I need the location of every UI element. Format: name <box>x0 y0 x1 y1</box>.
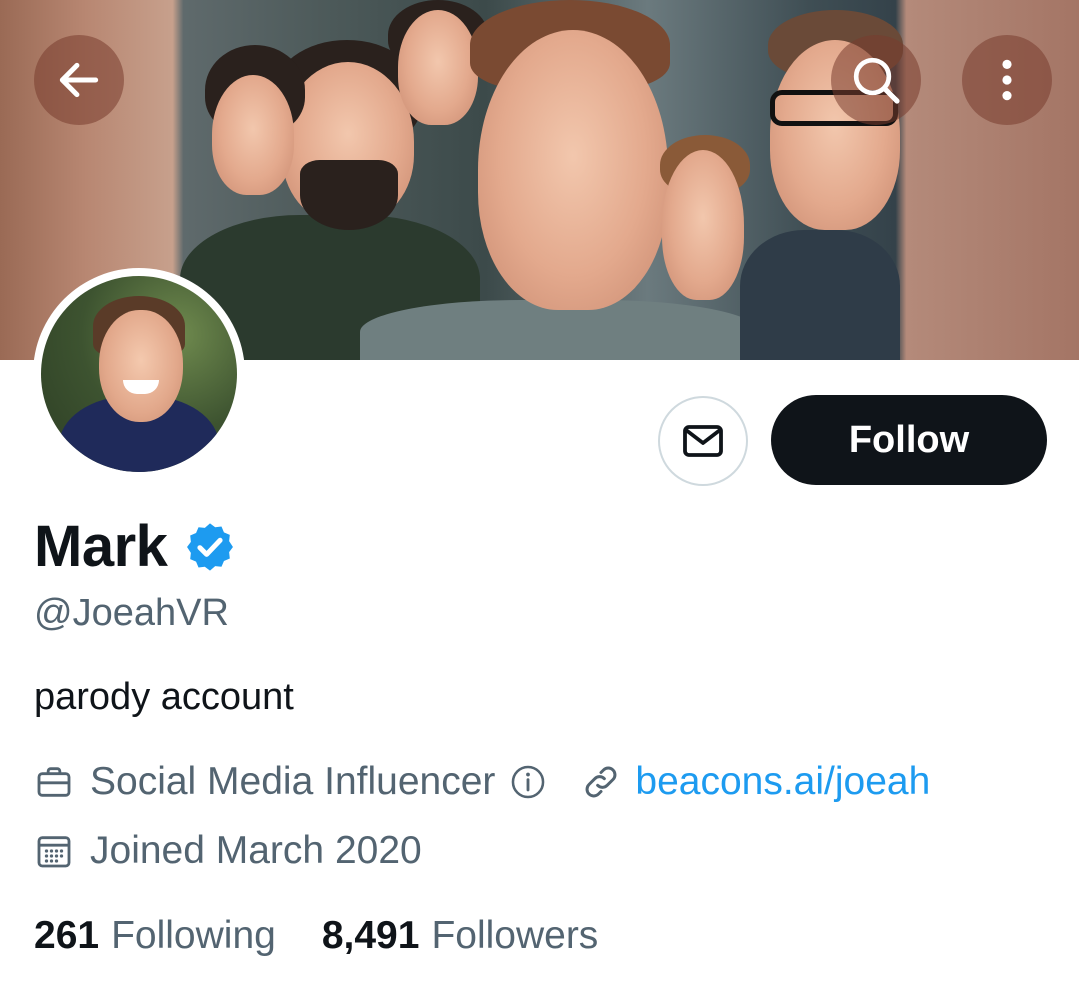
follow-stats: 261 Following 8,491 Followers <box>34 914 644 958</box>
profile-meta-category-row: Social Media Influencer beacons.ai/joeah <box>34 760 930 804</box>
professional-category: Social Media Influencer <box>90 760 496 803</box>
search-button[interactable] <box>831 35 921 125</box>
followers-count: 8,491 <box>321 914 420 957</box>
link-icon <box>586 766 617 798</box>
profile-page: Follow Mark @JoeahVR parody account Soci… <box>0 0 1079 1006</box>
envelope-icon <box>683 425 723 457</box>
followers-link[interactable]: 8,491 Followers <box>322 914 598 958</box>
profile-bio: parody account <box>34 676 294 718</box>
calendar-icon <box>37 836 71 868</box>
verified-badge-icon <box>187 523 234 571</box>
following-link[interactable]: 261 Following <box>34 914 276 958</box>
message-button[interactable] <box>658 396 748 486</box>
website-link-text[interactable]: beacons.ai/joeah <box>635 760 930 804</box>
display-name: Mark <box>34 514 168 579</box>
name-row: Mark <box>34 514 237 580</box>
website-link[interactable]: beacons.ai/joeah <box>581 760 930 804</box>
followers-label: Followers <box>431 914 599 957</box>
follow-button[interactable]: Follow <box>771 395 1047 485</box>
user-handle: @JoeahVR <box>34 592 229 634</box>
arrow-left-icon <box>59 62 99 98</box>
more-options-button[interactable] <box>962 35 1052 125</box>
avatar-image <box>41 276 237 472</box>
more-vertical-icon <box>1002 59 1012 101</box>
following-label: Following <box>111 914 276 957</box>
info-icon[interactable] <box>509 763 547 801</box>
back-button[interactable] <box>34 35 124 125</box>
profile-avatar[interactable] <box>33 268 245 480</box>
profile-meta-joined-row: Joined March 2020 <box>34 829 422 873</box>
briefcase-icon <box>37 767 71 797</box>
following-count: 261 <box>34 914 100 957</box>
joined-date: Joined March 2020 <box>90 829 422 872</box>
search-icon <box>853 57 900 104</box>
